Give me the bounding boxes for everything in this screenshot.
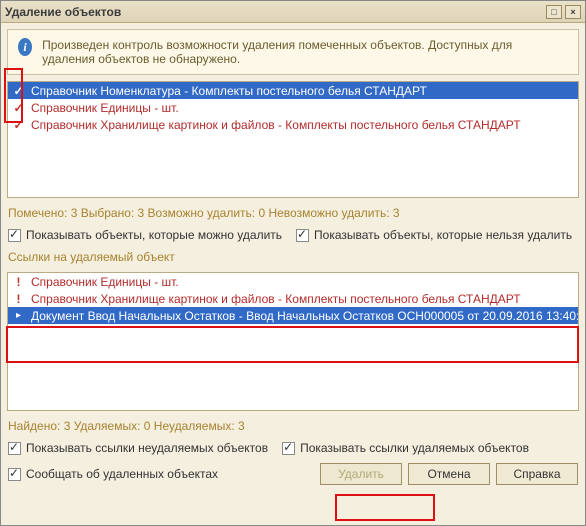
cancel-button[interactable]: Отмена [408, 463, 490, 485]
show-nondeletable-refs-checkbox[interactable]: Показывать ссылки неудаляемых объектов [8, 441, 268, 455]
filter-checks-1: Показывать объекты, которые можно удалит… [7, 228, 579, 242]
checkbox-label: Показывать объекты, которые можно удалит… [26, 228, 282, 242]
checkbox-label: Показывать объекты, которые нельзя удали… [314, 228, 572, 242]
close-button[interactable]: × [565, 5, 581, 19]
references-label: Ссылки на удаляемый объект [7, 248, 579, 266]
filter-checks-2: Показывать ссылки неудаляемых объектов П… [7, 441, 579, 455]
checkmark-icon: ✓ [12, 84, 25, 97]
maximize-button[interactable]: □ [546, 5, 562, 19]
window-title: Удаление объектов [5, 5, 543, 19]
list-item-label: Справочник Единицы - шт. [31, 275, 179, 289]
info-icon: i [18, 38, 32, 56]
checkbox-label: Показывать ссылки неудаляемых объектов [26, 441, 268, 455]
checkbox-icon[interactable] [8, 468, 21, 481]
list-item-label: Справочник Единицы - шт. [31, 101, 179, 115]
checkbox-icon[interactable] [8, 229, 21, 242]
footer: Сообщать об удаленных объектах Удалить О… [7, 461, 579, 485]
list-item-label: Документ Ввод Начальных Остатков - Ввод … [31, 309, 579, 323]
show-deletable-checkbox[interactable]: Показывать объекты, которые можно удалит… [8, 228, 282, 242]
checkmark-icon: ✓ [12, 118, 25, 131]
checkbox-label: Сообщать об удаленных объектах [26, 467, 218, 481]
exclamation-icon: ! [12, 275, 25, 288]
objects-list[interactable]: ✓ Справочник Номенклатура - Комплекты по… [7, 81, 579, 198]
status-line-1: Помечено: 3 Выбрано: 3 Возможно удалить:… [7, 204, 579, 222]
list-item-label: Справочник Хранилище картинок и файлов -… [31, 118, 521, 132]
exclamation-icon: ! [12, 292, 25, 305]
arrow-icon: ▸ [12, 309, 25, 322]
notify-deleted-checkbox[interactable]: Сообщать об удаленных объектах [8, 467, 218, 481]
list-item[interactable]: ✓ Справочник Хранилище картинок и файлов… [8, 116, 578, 133]
list-item[interactable]: ✓ Справочник Номенклатура - Комплекты по… [8, 82, 578, 99]
list-item[interactable]: ✓ Справочник Единицы - шт. [8, 99, 578, 116]
list-item[interactable]: ! Справочник Единицы - шт. [8, 273, 578, 290]
info-panel: i Произведен контроль возможности удален… [7, 29, 579, 75]
show-deletable-refs-checkbox[interactable]: Показывать ссылки удаляемых объектов [282, 441, 529, 455]
checkbox-icon[interactable] [8, 442, 21, 455]
status-line-2: Найдено: 3 Удаляемых: 0 Неудаляемых: 3 [7, 417, 579, 435]
dialog-window: Удаление объектов □ × i Произведен контр… [0, 0, 586, 526]
list-item[interactable]: ▸ Документ Ввод Начальных Остатков - Вво… [8, 307, 578, 324]
content-area: i Произведен контроль возможности удален… [1, 23, 585, 525]
checkmark-icon: ✓ [12, 101, 25, 114]
info-text: Произведен контроль возможности удаления… [42, 38, 568, 66]
list-item[interactable]: ! Справочник Хранилище картинок и файлов… [8, 290, 578, 307]
show-nondeletable-checkbox[interactable]: Показывать объекты, которые нельзя удали… [296, 228, 572, 242]
list-item-label: Справочник Номенклатура - Комплекты пост… [31, 84, 427, 98]
checkbox-label: Показывать ссылки удаляемых объектов [300, 441, 529, 455]
references-list[interactable]: ! Справочник Единицы - шт. ! Справочник … [7, 272, 579, 411]
checkbox-icon[interactable] [296, 229, 309, 242]
help-button[interactable]: Справка [496, 463, 578, 485]
checkbox-icon[interactable] [282, 442, 295, 455]
list-item-label: Справочник Хранилище картинок и файлов -… [31, 292, 521, 306]
delete-button[interactable]: Удалить [320, 463, 402, 485]
titlebar: Удаление объектов □ × [1, 1, 585, 23]
